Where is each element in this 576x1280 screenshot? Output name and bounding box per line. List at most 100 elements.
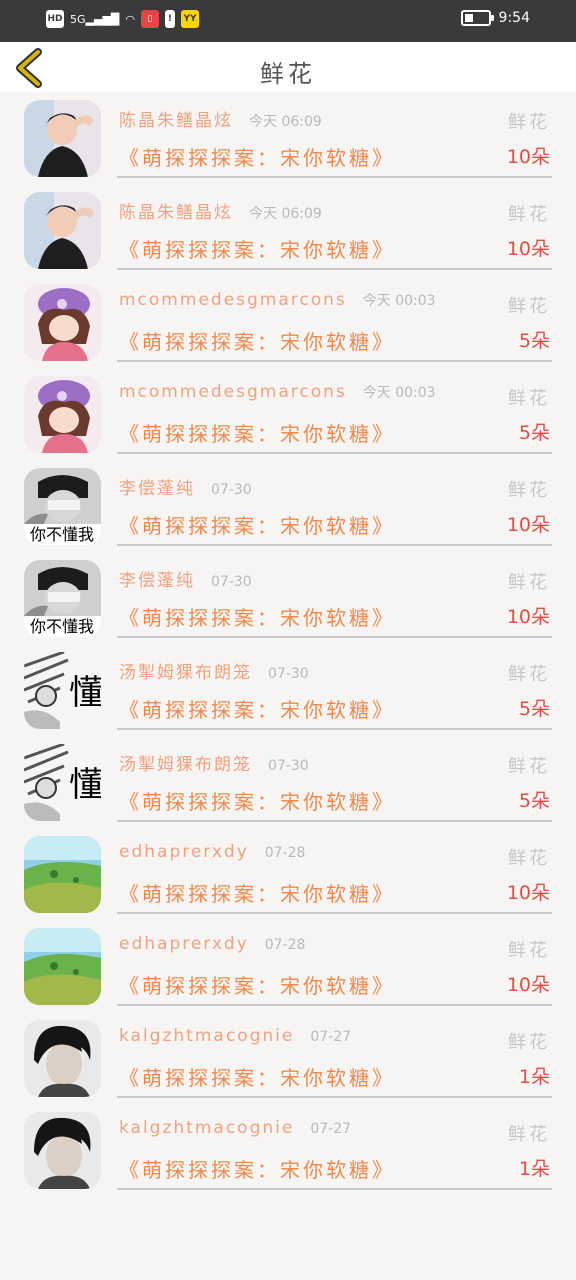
avatar[interactable] [24,1020,101,1097]
gift-time: 今天 06:09 [249,206,322,222]
book-title: 《萌探探探案：宋你软糖》 [119,790,395,814]
book-title: 《萌探探探案：宋你软糖》 [119,698,395,722]
gift-time: 07-30 [211,482,252,498]
avatar[interactable]: 你不懂我 [24,468,101,545]
user-name: edhaprerxdy 07-28 [119,934,306,954]
battery-icon [460,10,494,26]
user-name: 汤掣姆猓布朗笼 07-30 [119,663,309,683]
list-item-info: 陈晶朱鳝晶炫 今天 06:09 鲜花 《萌探探探案：宋你软糖》 10朵 [117,92,552,178]
avatar[interactable] [24,376,101,453]
gift-time: 07-27 [310,1121,352,1137]
list-item-info: mcommedesgmarcons 今天 00:03 鲜花 《萌探探探案：宋你软糖… [117,276,552,362]
list-item[interactable]: 你不懂我 李偿蓬纯 07-30 鲜花 《萌探探探案：宋你软糖》 10朵 [0,552,576,644]
hd-icon: HD [46,10,64,28]
status-bar: HD 5G▂▄▆█ ◠ ▯ ! YY 9:54 [0,0,576,42]
header: 鲜花 [0,42,576,92]
gift-type-label: 鲜花 [508,1032,550,1053]
list-item-info: 李偿蓬纯 07-30 鲜花 《萌探探探案：宋你软糖》 10朵 [117,552,552,638]
avatar[interactable] [24,928,101,1005]
list-item[interactable]: edhaprerxdy 07-28 鲜花 《萌探探探案：宋你软糖》 10朵 [0,828,576,920]
gift-count: 1朵 [518,1158,550,1180]
gift-count: 10朵 [506,514,550,536]
wifi-icon: ◠ [125,12,135,26]
book-title: 《萌探探探案：宋你软糖》 [119,1066,395,1090]
list-item-info: 陈晶朱鳝晶炫 今天 06:09 鲜花 《萌探探探案：宋你软糖》 10朵 [117,184,552,270]
gift-type-label: 鲜花 [508,480,550,501]
list-item[interactable]: mcommedesgmarcons 今天 00:03 鲜花 《萌探探探案：宋你软糖… [0,368,576,460]
avatar[interactable] [24,100,101,177]
avatar[interactable] [24,1112,101,1189]
user-name: mcommedesgmarcons 今天 00:03 [119,290,436,310]
gift-time: 07-28 [264,845,306,861]
avatar-caption: 你不懂我 [30,617,94,636]
gift-count: 10朵 [506,238,550,260]
gift-time: 今天 06:09 [249,114,322,130]
list-item-info: 汤掣姆猓布朗笼 07-30 鲜花 《萌探探探案：宋你软糖》 5朵 [117,644,552,730]
user-name: 汤掣姆猓布朗笼 07-30 [119,755,309,775]
gift-type-label: 鲜花 [508,296,550,317]
avatar[interactable]: 你不懂我 [24,560,101,637]
gift-time: 今天 00:03 [362,293,436,309]
gift-type-label: 鲜花 [508,664,550,685]
gift-count: 5朵 [518,422,550,444]
gift-type-label: 鲜花 [508,388,550,409]
user-name: 李偿蓬纯 07-30 [119,479,252,499]
page-title: 鲜花 [260,60,316,88]
gift-count: 5朵 [518,698,550,720]
avatar-caption: 懂 [69,673,101,713]
gift-count: 10朵 [506,146,550,168]
gift-type-label: 鲜花 [508,940,550,961]
gift-time: 今天 00:03 [362,385,436,401]
gift-count: 1朵 [518,1066,550,1088]
list-item[interactable]: 陈晶朱鳝晶炫 今天 06:09 鲜花 《萌探探探案：宋你软糖》 10朵 [0,92,576,184]
gift-time: 07-27 [310,1029,352,1045]
gift-time: 07-30 [268,758,309,774]
gift-time: 07-28 [264,937,306,953]
list-item[interactable]: 你不懂我 李偿蓬纯 07-30 鲜花 《萌探探探案：宋你软糖》 10朵 [0,460,576,552]
gift-type-label: 鲜花 [508,848,550,869]
gift-count: 10朵 [506,606,550,628]
list-item[interactable]: 懂 汤掣姆猓布朗笼 07-30 鲜花 《萌探探探案：宋你软糖》 5朵 [0,736,576,828]
user-name: 陈晶朱鳝晶炫 今天 06:09 [119,111,322,131]
list-item[interactable]: kalgzhtmacognie 07-27 鲜花 《萌探探探案：宋你软糖》 1朵 [0,1012,576,1104]
gift-type-label: 鲜花 [508,572,550,593]
user-name: 陈晶朱鳝晶炫 今天 06:09 [119,203,322,223]
gift-type-label: 鲜花 [508,756,550,777]
book-title: 《萌探探探案：宋你软糖》 [119,146,395,170]
gift-type-label: 鲜花 [508,204,550,225]
avatar[interactable]: 懂 [24,744,101,821]
list-item-info: 汤掣姆猓布朗笼 07-30 鲜花 《萌探探探案：宋你软糖》 5朵 [117,736,552,822]
list-item[interactable]: edhaprerxdy 07-28 鲜花 《萌探探探案：宋你软糖》 10朵 [0,920,576,1012]
avatar[interactable] [24,192,101,269]
book-title: 《萌探探探案：宋你软糖》 [119,1158,395,1182]
book-title: 《萌探探探案：宋你软糖》 [119,514,395,538]
list-item[interactable]: kalgzhtmacognie 07-27 鲜花 《萌探探探案：宋你软糖》 1朵 [0,1104,576,1196]
user-name: kalgzhtmacognie 07-27 [119,1118,352,1138]
warning-icon: ! [164,10,175,28]
user-name: mcommedesgmarcons 今天 00:03 [119,382,436,402]
list-item-info: kalgzhtmacognie 07-27 鲜花 《萌探探探案：宋你软糖》 1朵 [117,1104,552,1190]
list-item-info: edhaprerxdy 07-28 鲜花 《萌探探探案：宋你软糖》 10朵 [117,828,552,914]
list-item[interactable]: 陈晶朱鳝晶炫 今天 06:09 鲜花 《萌探探探案：宋你软糖》 10朵 [0,184,576,276]
avatar[interactable]: 懂 [24,652,101,729]
book-title: 《萌探探探案：宋你软糖》 [119,882,395,906]
user-name: kalgzhtmacognie 07-27 [119,1026,352,1046]
gift-type-label: 鲜花 [508,112,550,133]
list-item-info: 李偿蓬纯 07-30 鲜花 《萌探探探案：宋你软糖》 10朵 [117,460,552,546]
book-title: 《萌探探探案：宋你软糖》 [119,238,395,262]
book-title: 《萌探探探案：宋你软糖》 [119,606,395,630]
avatar[interactable] [24,836,101,913]
flower-gift-list: 陈晶朱鳝晶炫 今天 06:09 鲜花 《萌探探探案：宋你软糖》 10朵 陈晶朱鳝晶… [0,92,576,1196]
gift-count: 10朵 [506,882,550,904]
book-title: 《萌探探探案：宋你软糖》 [119,974,395,998]
avatar-caption: 你不懂我 [30,525,94,544]
avatar[interactable] [24,284,101,361]
list-item[interactable]: 懂 汤掣姆猓布朗笼 07-30 鲜花 《萌探探探案：宋你软糖》 5朵 [0,644,576,736]
list-item[interactable]: mcommedesgmarcons 今天 00:03 鲜花 《萌探探探案：宋你软糖… [0,276,576,368]
signal-icon: 5G▂▄▆█ [70,12,120,26]
list-item-info: edhaprerxdy 07-28 鲜花 《萌探探探案：宋你软糖》 10朵 [117,920,552,1006]
gift-time: 07-30 [211,574,252,590]
gift-time: 07-30 [268,666,309,682]
list-item-info: mcommedesgmarcons 今天 00:03 鲜花 《萌探探探案：宋你软糖… [117,368,552,454]
gift-count: 5朵 [518,790,550,812]
